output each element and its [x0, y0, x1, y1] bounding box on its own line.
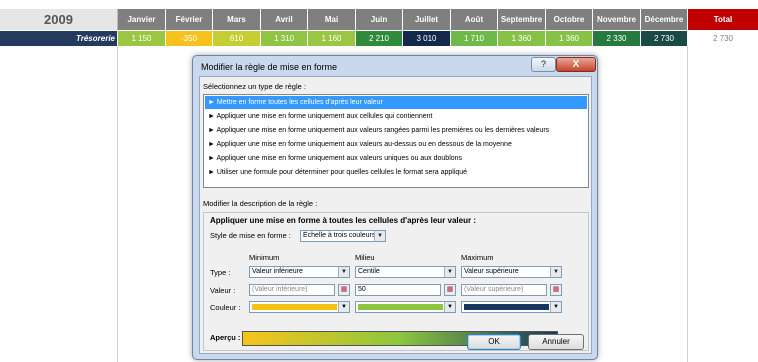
preview-label: Aperçu : — [210, 333, 241, 342]
dialog-body: Sélectionnez un type de règle : ► Mettre… — [199, 76, 592, 354]
mid-color-picker[interactable]: ▼ — [355, 301, 456, 313]
format-style-value: Échelle à trois couleurs — [303, 232, 376, 239]
max-type-value: Valeur supérieure — [464, 268, 519, 275]
year-cell[interactable]: 2009 — [0, 9, 118, 30]
description-title: Appliquer une mise en forme à toutes les… — [210, 216, 476, 225]
range-select-icon[interactable]: ▦ — [550, 284, 562, 296]
total-header[interactable]: Total — [688, 9, 758, 30]
maximum-header: Maximum — [461, 253, 494, 262]
value-cell-0[interactable]: 1 150 — [118, 31, 165, 46]
format-rule-dialog: Modifier la règle de mise en forme ? X S… — [192, 55, 598, 360]
month-header-2[interactable]: Mars — [213, 9, 260, 30]
value-cell-10[interactable]: 2 330 — [593, 31, 640, 46]
min-type-dropdown[interactable]: Valeur inférieure ▼ — [249, 266, 350, 278]
format-style-label: Style de mise en forme : — [210, 231, 291, 240]
chevron-down-icon: ▼ — [550, 267, 561, 277]
max-color-swatch — [464, 304, 549, 310]
month-header-row: 2009 Janvier Février Mars Avril Mai Juin Juill… — [0, 9, 758, 30]
chevron-down-icon: ▼ — [374, 231, 385, 241]
value-cell-2[interactable]: 610 — [213, 31, 260, 46]
rule-type-item[interactable]: ► Mettre en forme toutes les cellules d'… — [205, 96, 587, 109]
rule-type-item[interactable]: ► Appliquer une mise en forme uniquement… — [205, 152, 587, 165]
value-cell-8[interactable]: 1 360 — [498, 31, 545, 46]
value-cell-5[interactable]: 2 210 — [356, 31, 402, 46]
value-cell-4[interactable]: 1 160 — [308, 31, 355, 46]
chevron-down-icon: ▼ — [550, 302, 561, 312]
month-header-0[interactable]: Janvier — [118, 9, 165, 30]
range-select-icon[interactable]: ▦ — [444, 284, 456, 296]
month-header-3[interactable]: Avril — [261, 9, 307, 30]
midpoint-header: Milieu — [355, 253, 375, 262]
value-row-label: Valeur : — [210, 286, 236, 295]
chevron-down-icon: ▼ — [444, 302, 455, 312]
month-header-10[interactable]: Novembre — [593, 9, 640, 30]
value-cell-3[interactable]: 1 310 — [261, 31, 307, 46]
value-cell-11[interactable]: 2 730 — [641, 31, 687, 46]
grid-line — [117, 46, 118, 362]
cancel-button[interactable]: Annuler — [528, 334, 584, 350]
mid-color-swatch — [358, 304, 443, 310]
ok-button[interactable]: OK — [467, 334, 521, 350]
max-value-input[interactable]: (Valeur supérieure) — [461, 284, 547, 296]
month-header-1[interactable]: Février — [166, 9, 212, 30]
type-row-label: Type : — [210, 268, 231, 277]
rule-type-item[interactable]: ► Appliquer une mise en forme uniquement… — [205, 138, 587, 151]
row-label-cell[interactable]: Trésorerie — [0, 31, 117, 46]
rule-type-item[interactable]: ► Utiliser une formule pour déterminer p… — [205, 166, 587, 179]
tresorerie-row: Trésorerie 1 150 -350 610 1 310 1 160 2 210 3 … — [0, 31, 758, 46]
format-style-dropdown[interactable]: Échelle à trois couleurs ▼ — [300, 230, 386, 242]
month-header-6[interactable]: Juillet — [403, 9, 450, 30]
dialog-title: Modifier la règle de mise en forme — [201, 62, 338, 72]
chevron-down-icon: ▼ — [338, 267, 349, 277]
mid-type-dropdown[interactable]: Centile ▼ — [355, 266, 456, 278]
month-header-9[interactable]: Octobre — [546, 9, 592, 30]
min-color-picker[interactable]: ▼ — [249, 301, 350, 313]
close-button[interactable]: X — [556, 57, 596, 72]
value-cell-1[interactable]: -350 — [166, 31, 212, 46]
value-cell-7[interactable]: 1 710 — [451, 31, 497, 46]
total-value-cell[interactable]: 2 730 — [688, 31, 758, 46]
mid-value-input[interactable]: 50 — [355, 284, 441, 296]
month-header-11[interactable]: Décembre — [641, 9, 687, 30]
value-cell-9[interactable]: 1 360 — [546, 31, 592, 46]
rule-type-item[interactable]: ► Appliquer une mise en forme uniquement… — [205, 124, 587, 137]
month-header-4[interactable]: Mai — [308, 9, 355, 30]
rule-type-item[interactable]: ► Appliquer une mise en forme uniquement… — [205, 110, 587, 123]
grid-line — [687, 46, 688, 362]
chevron-down-icon: ▼ — [338, 302, 349, 312]
minimum-header: Minimum — [249, 253, 280, 262]
max-type-dropdown[interactable]: Valeur supérieure ▼ — [461, 266, 562, 278]
select-rule-type-label: Sélectionnez un type de règle : — [203, 82, 306, 91]
value-cell-6[interactable]: 3 010 — [403, 31, 450, 46]
range-select-icon[interactable]: ▦ — [338, 284, 350, 296]
month-header-8[interactable]: Septembre — [498, 9, 545, 30]
rule-description-panel: Appliquer une mise en forme à toutes les… — [203, 212, 589, 351]
min-type-value: Valeur inférieure — [252, 268, 303, 275]
max-color-picker[interactable]: ▼ — [461, 301, 562, 313]
edit-description-label: Modifier la description de la règle : — [203, 199, 318, 208]
month-header-7[interactable]: Août — [451, 9, 497, 30]
rule-type-list[interactable]: ► Mettre en forme toutes les cellules d'… — [203, 94, 589, 188]
color-row-label: Couleur : — [210, 303, 241, 312]
min-value-input[interactable]: (Valeur inférieure) — [249, 284, 335, 296]
chevron-down-icon: ▼ — [444, 267, 455, 277]
mid-type-value: Centile — [358, 268, 380, 275]
month-header-5[interactable]: Juin — [356, 9, 402, 30]
min-color-swatch — [252, 304, 337, 310]
help-button[interactable]: ? — [531, 57, 556, 72]
